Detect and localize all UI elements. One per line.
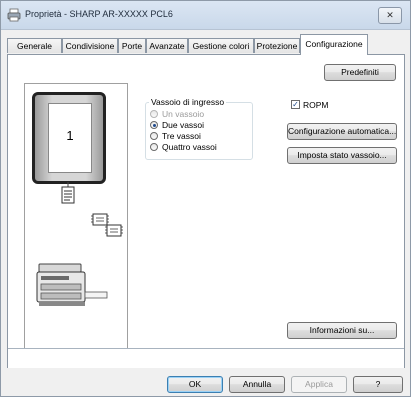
tab-avanzate[interactable]: Avanzate [146,38,188,53]
paper-sheet: 1 [48,103,92,173]
radio-label: Due vassoi [162,120,205,130]
configuration-panel: Predefiniti 1 Vassoio di ingresso Un vas… [7,54,405,368]
tab-generale[interactable]: Generale [7,38,62,53]
close-icon: ✕ [386,10,394,20]
rom-chips-icon [91,213,123,237]
radio-label: Tre vassoi [162,131,201,141]
cancel-button[interactable]: Annulla [229,376,285,393]
input-tray-group: Vassoio di ingresso Un vassoio Due vasso… [145,97,253,160]
radio-label: Quattro vassoi [162,142,217,152]
title-bar[interactable]: Proprietà - SHARP AR-XXXXX PCL6 ✕ [1,1,410,30]
radio-button[interactable] [150,121,158,129]
about-button[interactable]: Informazioni su... [287,322,397,339]
ropm-label: ROPM [303,100,329,110]
radio-button[interactable] [150,132,158,140]
tray-number: 1 [66,128,74,143]
defaults-button[interactable]: Predefiniti [324,64,396,81]
tray-status-button[interactable]: Imposta stato vassoio... [287,147,397,164]
tab-condivisione[interactable]: Condivisione [62,38,118,53]
close-button[interactable]: ✕ [378,7,402,24]
properties-dialog: Proprietà - SHARP AR-XXXXX PCL6 ✕ Genera… [0,0,411,397]
tab-strip: Generale Condivisione Porte Avanzate Ges… [7,34,405,55]
printer-preview: 1 [24,83,128,353]
help-button[interactable]: ? [353,376,403,393]
ok-button[interactable]: OK [167,376,223,393]
copier-icon [36,263,108,306]
document-icon [61,182,75,204]
auto-config-button[interactable]: Configurazione automatica... [287,123,397,140]
radio-button[interactable] [150,143,158,151]
tab-configurazione[interactable]: Configurazione [300,34,368,55]
ropm-checkbox[interactable]: ✓ [291,100,300,109]
tray-illustration: 1 [32,92,106,184]
input-tray-title: Vassoio di ingresso [149,97,227,107]
radio-label: Un vassoio [162,109,205,119]
tab-gestione-colori[interactable]: Gestione colori [188,38,254,53]
tab-protezione[interactable]: Protezione [254,38,300,53]
printer-icon [7,8,21,22]
window-title: Proprietà - SHARP AR-XXXXX PCL6 [25,9,173,19]
tab-porte[interactable]: Porte [118,38,146,53]
apply-button[interactable]: Applica [291,376,347,393]
status-field [8,348,404,368]
radio-button[interactable] [150,110,158,118]
